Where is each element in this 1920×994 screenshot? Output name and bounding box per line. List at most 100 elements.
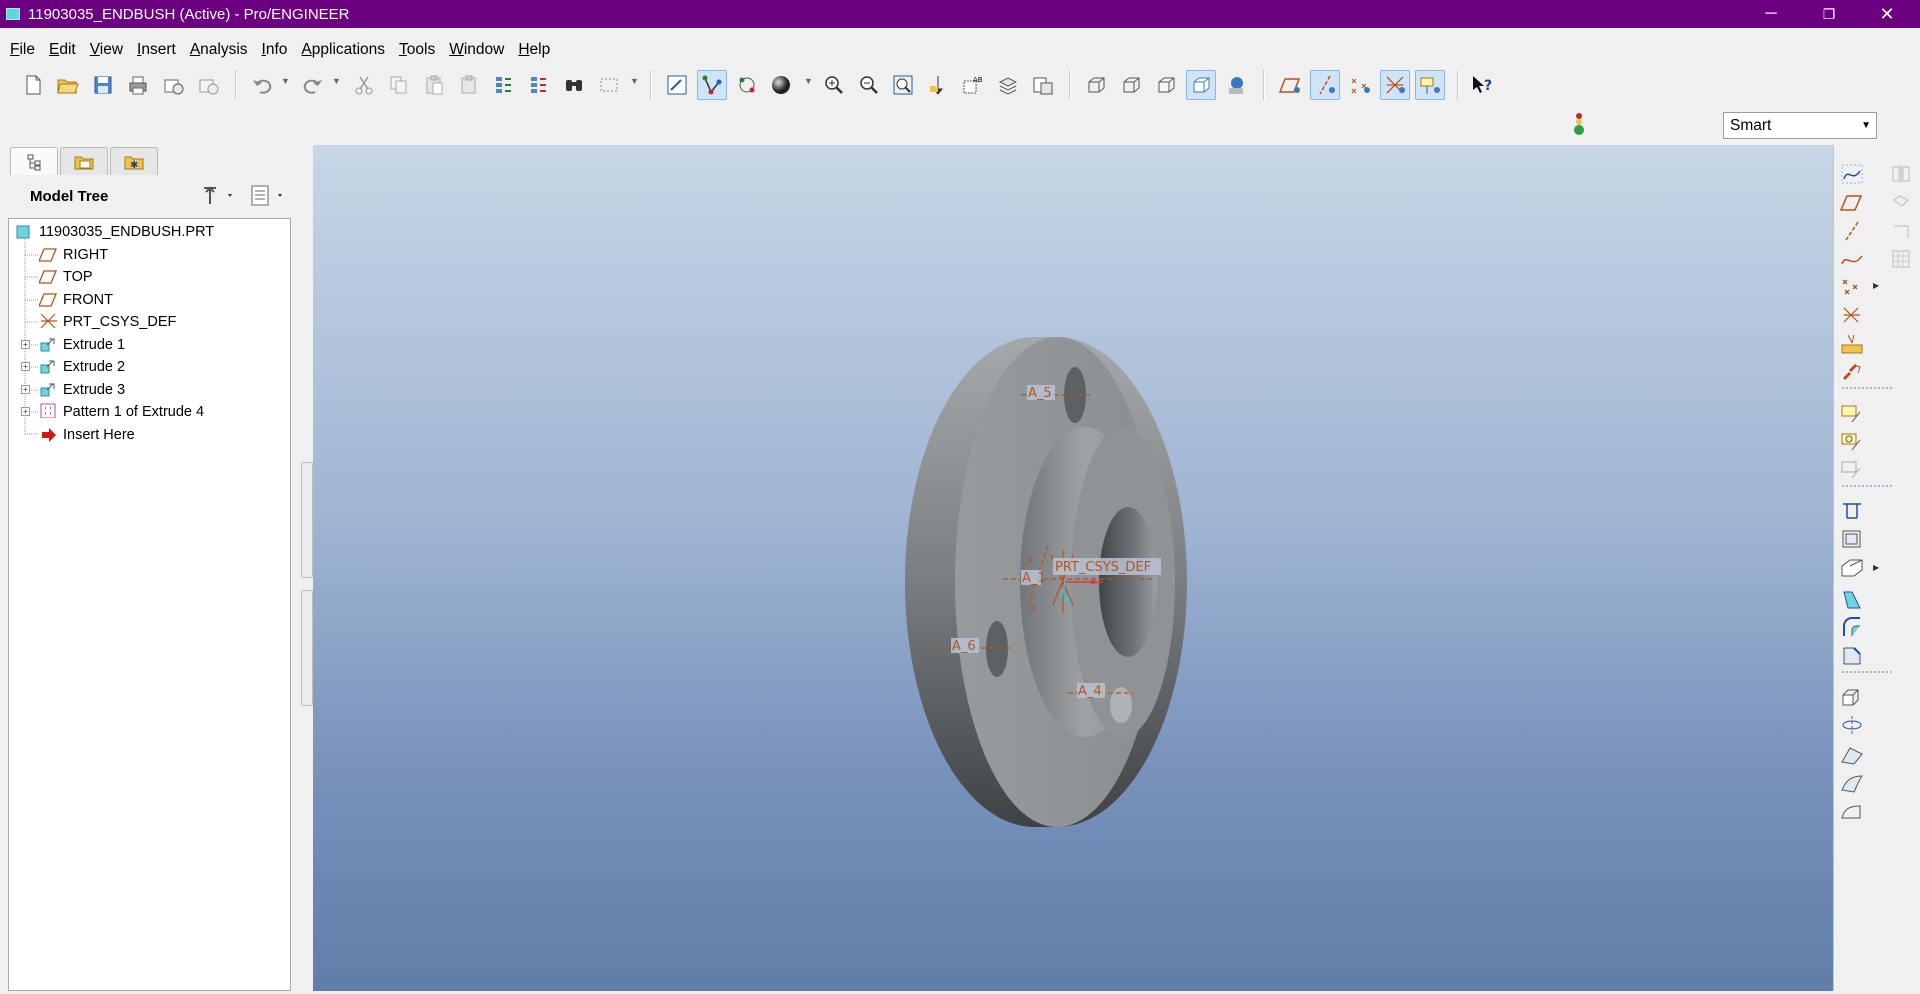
hidden-line-icon[interactable] bbox=[1116, 70, 1146, 100]
select-dropdown-icon[interactable]: ▼ bbox=[630, 76, 639, 86]
csys-tool-icon[interactable] bbox=[1837, 301, 1867, 329]
chain-tool-icon[interactable] bbox=[1837, 358, 1867, 386]
sketch-tool-icon[interactable] bbox=[1837, 399, 1867, 427]
tree-item-part[interactable]: 11903035_ENDBUSH.PRT bbox=[9, 221, 289, 243]
view-manager-icon[interactable] bbox=[1028, 70, 1058, 100]
menu-info[interactable]: Info bbox=[256, 41, 294, 59]
pattern-tool-icon[interactable] bbox=[1887, 245, 1917, 273]
restore-button[interactable]: ❐ bbox=[1800, 0, 1858, 28]
variable-sweep-icon[interactable] bbox=[1837, 741, 1867, 769]
save-icon[interactable] bbox=[88, 70, 118, 100]
redo-icon[interactable] bbox=[298, 70, 328, 100]
tree-item-right[interactable]: RIGHT bbox=[9, 244, 289, 266]
datum-plane-display-icon[interactable] bbox=[1275, 70, 1305, 100]
tree-item-front[interactable]: FRONT bbox=[9, 289, 289, 311]
model-tree-toggle-icon[interactable] bbox=[1221, 70, 1251, 100]
mirror-tool-icon[interactable] bbox=[1887, 160, 1917, 188]
draft-tool-icon[interactable] bbox=[1837, 585, 1867, 613]
tree-item-insert-here[interactable]: Insert Here bbox=[9, 424, 289, 446]
saved-views-icon[interactable]: AB bbox=[958, 70, 988, 100]
shell-tool-icon[interactable] bbox=[1837, 525, 1867, 553]
trim-tool-icon[interactable] bbox=[1887, 217, 1917, 245]
shading-dropdown-icon[interactable]: ▼ bbox=[804, 76, 813, 86]
no-hidden-icon[interactable] bbox=[1151, 70, 1181, 100]
shading-icon[interactable] bbox=[766, 70, 796, 100]
datum-axis-display-icon[interactable] bbox=[1310, 70, 1340, 100]
new-file-icon[interactable] bbox=[18, 70, 48, 100]
close-button[interactable]: ✕ bbox=[1858, 0, 1916, 28]
tree-show-button[interactable] bbox=[250, 184, 286, 208]
cut-icon[interactable] bbox=[349, 70, 379, 100]
datum-axis-tool-icon[interactable] bbox=[1837, 217, 1867, 245]
paste-special-icon[interactable] bbox=[454, 70, 484, 100]
blend-tool-icon[interactable] bbox=[1837, 769, 1867, 797]
menu-help[interactable]: Help bbox=[512, 41, 556, 59]
open-folder-icon[interactable] bbox=[53, 70, 83, 100]
tree-item-pattern-1[interactable]: + Pattern 1 of Extrude 4 bbox=[9, 401, 289, 423]
paste-icon[interactable] bbox=[419, 70, 449, 100]
wireframe-icon[interactable] bbox=[1081, 70, 1111, 100]
menu-view[interactable]: View bbox=[84, 41, 129, 59]
merge-tool-icon[interactable] bbox=[1887, 189, 1917, 217]
hole-tool-icon[interactable] bbox=[1837, 497, 1867, 525]
layers-icon[interactable] bbox=[993, 70, 1023, 100]
rib-tool-icon[interactable] bbox=[1837, 555, 1867, 583]
tree-item-extrude-2[interactable]: + Extrude 2 bbox=[9, 356, 289, 378]
repaint-icon[interactable] bbox=[662, 70, 692, 100]
expand-icon[interactable]: + bbox=[21, 340, 30, 349]
more-rib-icon[interactable]: ▶ bbox=[1873, 563, 1879, 572]
more-datum-points-icon[interactable]: ▶ bbox=[1873, 281, 1879, 290]
refit-icon[interactable] bbox=[888, 70, 918, 100]
redo-dropdown-icon[interactable]: ▼ bbox=[332, 76, 341, 86]
sketch-disabled-icon[interactable] bbox=[1837, 455, 1867, 483]
undo-dropdown-icon[interactable]: ▼ bbox=[281, 76, 290, 86]
tree-item-extrude-1[interactable]: + Extrude 1 bbox=[9, 334, 289, 356]
tree-settings-button[interactable] bbox=[200, 184, 236, 208]
tree-item-extrude-3[interactable]: + Extrude 3 bbox=[9, 379, 289, 401]
menu-insert[interactable]: Insert bbox=[131, 41, 182, 59]
expand-icon[interactable]: + bbox=[21, 407, 30, 416]
graphics-viewport[interactable]: A_5 A_6 A_4 A_1 PRT_CSYS_DEF X Z bbox=[313, 145, 1833, 991]
sketched-datum-curve-icon[interactable] bbox=[1837, 160, 1867, 188]
print-icon[interactable] bbox=[123, 70, 153, 100]
extrude-tool-icon[interactable] bbox=[1837, 683, 1867, 711]
menu-tools[interactable]: Tools bbox=[393, 41, 441, 59]
regen-manager-icon[interactable] bbox=[524, 70, 554, 100]
datum-point-tool-icon[interactable] bbox=[1837, 273, 1867, 301]
sketch-view-icon[interactable] bbox=[1837, 427, 1867, 455]
panel-splitter[interactable] bbox=[301, 462, 313, 578]
boundary-blend-icon[interactable] bbox=[1837, 797, 1867, 825]
spin-center-icon[interactable] bbox=[697, 70, 727, 100]
tab-model-tree[interactable] bbox=[10, 147, 58, 175]
orient-mode-icon[interactable] bbox=[732, 70, 762, 100]
context-help-icon[interactable]: ? bbox=[1468, 70, 1498, 100]
tab-folder-browser[interactable] bbox=[60, 147, 108, 175]
send-mail-icon[interactable] bbox=[158, 70, 188, 100]
find-icon[interactable] bbox=[559, 70, 589, 100]
datum-point-display-icon[interactable] bbox=[1345, 70, 1375, 100]
tree-item-top[interactable]: TOP bbox=[9, 266, 289, 288]
csys-display-icon[interactable] bbox=[1380, 70, 1410, 100]
menu-analysis[interactable]: Analysis bbox=[184, 41, 254, 59]
datum-curve-tool-icon[interactable] bbox=[1837, 245, 1867, 273]
mail-attach-icon[interactable] bbox=[193, 70, 223, 100]
expand-icon[interactable]: + bbox=[21, 385, 30, 394]
menu-window[interactable]: Window bbox=[443, 41, 510, 59]
tree-item-csys[interactable]: PRT_CSYS_DEF bbox=[9, 311, 289, 333]
menu-applications[interactable]: Applications bbox=[295, 41, 391, 59]
tab-favorites[interactable]: ✱ bbox=[110, 147, 158, 175]
expand-icon[interactable]: + bbox=[21, 362, 30, 371]
menu-edit[interactable]: Edit bbox=[43, 41, 82, 59]
annotation-display-icon[interactable] bbox=[1415, 70, 1445, 100]
chamfer-tool-icon[interactable] bbox=[1837, 641, 1867, 669]
datum-plane-tool-icon[interactable] bbox=[1837, 189, 1867, 217]
regenerate-icon[interactable] bbox=[489, 70, 519, 100]
reorient-icon[interactable] bbox=[923, 70, 953, 100]
copy-icon[interactable] bbox=[384, 70, 414, 100]
minimize-button[interactable]: ─ bbox=[1742, 0, 1800, 28]
select-box-icon[interactable] bbox=[594, 70, 624, 100]
menu-file[interactable]: File bbox=[4, 41, 41, 59]
analysis-feature-icon[interactable] bbox=[1837, 330, 1867, 358]
selection-filter-select[interactable]: Smart ▼ bbox=[1723, 112, 1877, 139]
round-tool-icon[interactable] bbox=[1837, 613, 1867, 641]
